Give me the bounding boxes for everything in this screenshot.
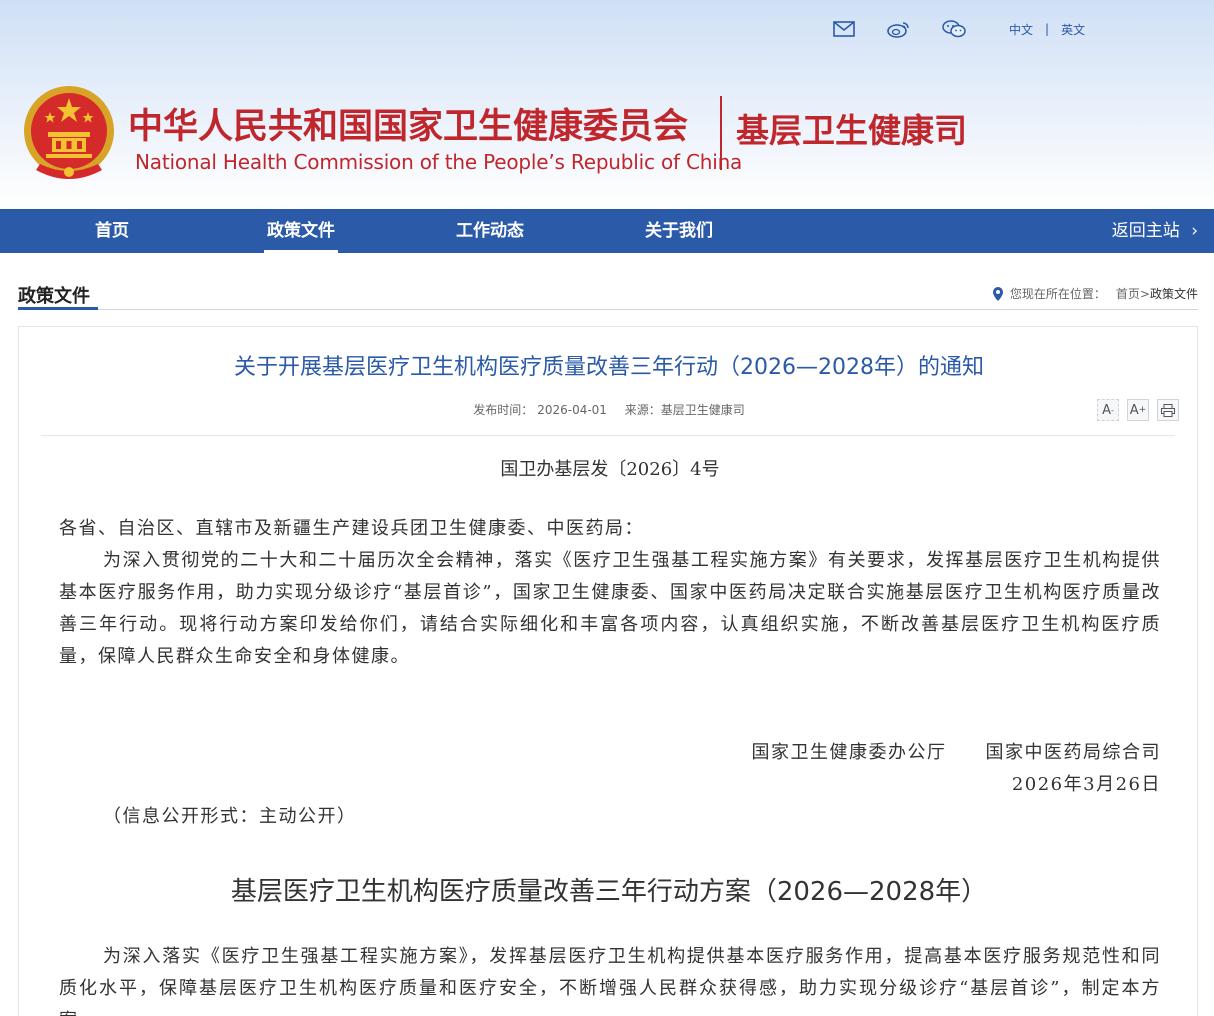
section-title-underline (18, 307, 98, 310)
main-nav: 首页 政策文件 工作动态 关于我们 返回主站 › (0, 209, 1214, 253)
breadcrumb-home-link[interactable]: 首页 (1116, 285, 1140, 302)
site-header: 中文 | 英文 中华人民共和国国家卫生健康委员会 National Health… (0, 0, 1214, 209)
chevron-right-icon: › (1191, 221, 1198, 241)
nav-item-policy[interactable]: 政策文件 (264, 209, 338, 253)
nav-item-home[interactable]: 首页 (75, 209, 149, 253)
sign-date: 2026年3月26日 (1011, 774, 1161, 795)
breadcrumb-separator: > (1139, 286, 1150, 301)
mail-icon[interactable] (830, 18, 858, 40)
lang-separator: | (1045, 22, 1050, 36)
document-number: 国卫办基层发〔2026〕4号 (500, 459, 720, 480)
section-title: 政策文件 (18, 286, 90, 307)
wechat-icon[interactable] (940, 18, 968, 40)
print-icon (1161, 403, 1175, 417)
title-divider (720, 96, 722, 170)
nav-item-work-news[interactable]: 工作动态 (453, 209, 527, 253)
paragraph-2: 为深入落实《医疗卫生强基工程实施方案》，发挥基层医疗卫生机构提供基本医疗服务作用… (59, 946, 1161, 1016)
salutation: 各省、自治区、直辖市及新疆生产建设兵团卫生健康委、中医药局： (59, 518, 644, 539)
source-label: 来源： (624, 403, 661, 417)
article-container: 关于开展基层医疗卫生机构医疗质量改善三年行动（2026—2028年）的通知 发布… (18, 326, 1198, 1016)
national-emblem-logo[interactable] (22, 84, 116, 184)
back-label: 返回主站 (1111, 221, 1180, 241)
font-decrease-button[interactable]: A- (1097, 399, 1119, 421)
back-to-main-site-link[interactable]: 返回主站 › (1112, 209, 1198, 253)
signers: 国家卫生健康委办公厅 国家中医药局综合司 (751, 742, 1161, 763)
department-title: 基层卫生健康司 (736, 111, 967, 150)
weibo-icon[interactable] (885, 18, 913, 40)
article-title: 关于开展基层医疗卫生机构医疗质量改善三年行动（2026—2028年）的通知 (234, 355, 984, 380)
font-increase-button[interactable]: A + (1127, 399, 1149, 421)
nav-item-about[interactable]: 关于我们 (642, 209, 716, 253)
disclosure-note: （信息公开形式：主动公开） (103, 806, 357, 827)
publish-date: 2026-04-01 (537, 403, 607, 417)
breadcrumb: 您现在所在位置： 首页 > 政策文件 (992, 285, 1198, 302)
print-button[interactable] (1157, 399, 1179, 421)
site-title-en: National Health Commission of the People… (135, 150, 743, 174)
site-title-cn: 中华人民共和国国家卫生健康委员会 (128, 107, 689, 147)
paragraph-1: 为深入贯彻党的二十大和二十届历次全会精神，落实《医疗卫生强基工程实施方案》有关要… (59, 550, 1161, 667)
top-links: 中文 | 英文 (830, 18, 1085, 40)
article-separator (41, 435, 1175, 436)
lang-english-link[interactable]: 英文 (1061, 21, 1085, 38)
plan-subheading: 基层医疗卫生机构医疗质量改善三年行动方案（2026—2028年） (230, 877, 988, 907)
location-prefix: 您现在所在位置： (1009, 287, 1106, 301)
lang-chinese-link[interactable]: 中文 (1009, 21, 1033, 38)
article-meta: 发布时间： 2026-04-01 来源：基层卫生健康司 (19, 401, 1199, 418)
breadcrumb-current[interactable]: 政策文件 (1150, 285, 1198, 302)
publish-label: 发布时间： (473, 403, 534, 417)
source-value: 基层卫生健康司 (660, 403, 745, 417)
location-pin-icon (992, 286, 1003, 301)
section-divider (18, 309, 1198, 310)
article-tools: A- A + (1089, 399, 1179, 421)
